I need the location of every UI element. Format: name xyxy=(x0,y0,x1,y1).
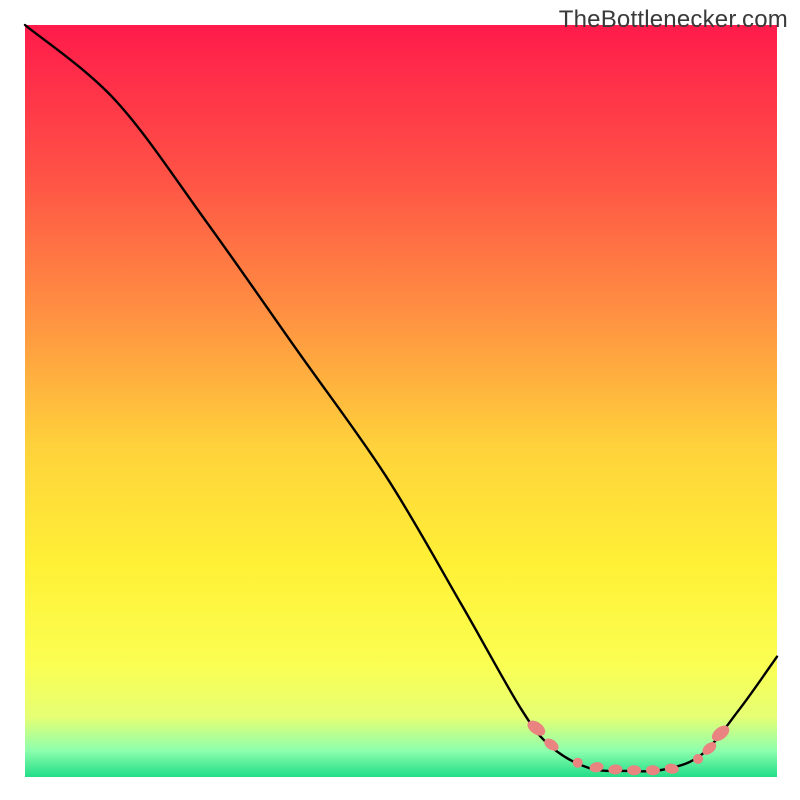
gradient-background xyxy=(25,25,777,777)
watermark-text: TheBottlenecker.com xyxy=(559,6,788,34)
bottleneck-curve-chart: TheBottlenecker.com xyxy=(0,0,800,800)
curve-marker xyxy=(693,754,703,764)
curve-marker xyxy=(573,758,583,768)
chart-svg xyxy=(0,0,800,800)
curve-marker xyxy=(627,765,641,775)
